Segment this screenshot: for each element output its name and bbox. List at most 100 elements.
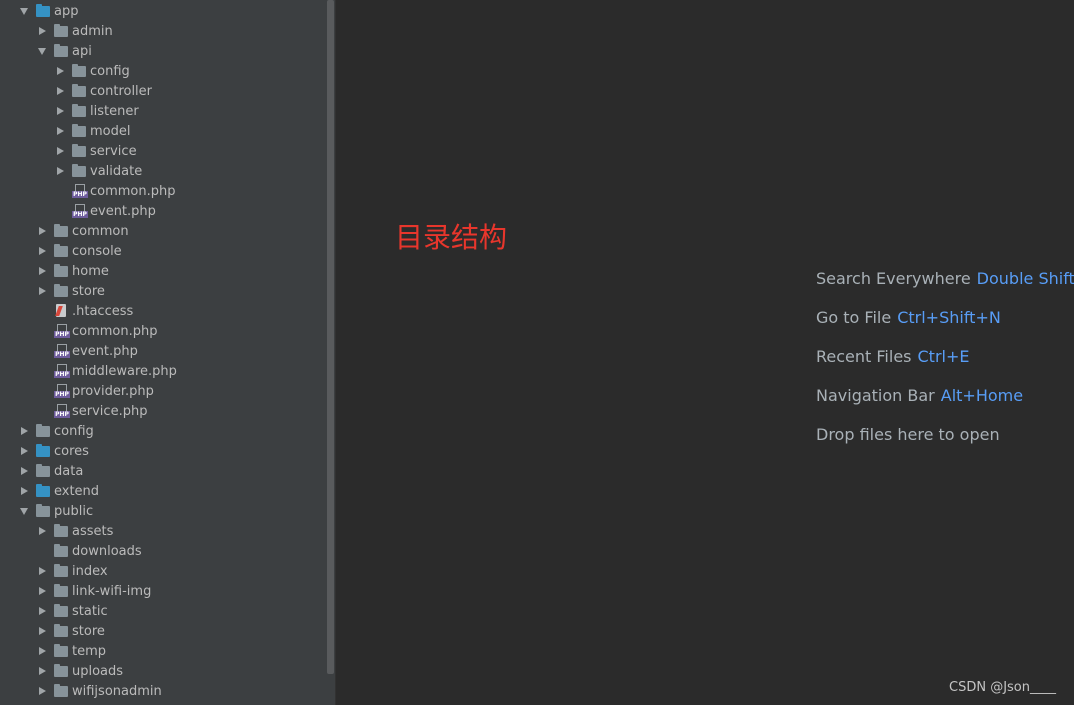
chevron-right-icon[interactable]: [36, 521, 48, 541]
tree-item-store[interactable]: store: [0, 281, 326, 301]
folder-icon: [54, 683, 68, 697]
tree-item-event-php[interactable]: PHP event.php: [0, 341, 326, 361]
chevron-right-icon[interactable]: [36, 661, 48, 681]
chevron-right-icon[interactable]: [36, 621, 48, 641]
folder-icon: [54, 523, 68, 537]
chevron-right-icon[interactable]: [36, 601, 48, 621]
chevron-right-icon[interactable]: [54, 61, 66, 81]
chevron-right-icon[interactable]: [54, 121, 66, 141]
tree-item-label: index: [72, 563, 108, 579]
tree-item-validate[interactable]: validate: [0, 161, 326, 181]
tree-item-htaccess[interactable]: .htaccess: [0, 301, 326, 321]
chevron-right-icon[interactable]: [54, 141, 66, 161]
hint-shortcut: Ctrl+E: [917, 347, 970, 366]
folder-icon: [72, 83, 86, 97]
annotation-label: 目录结构: [395, 221, 508, 254]
tree-item-label: controller: [90, 83, 153, 99]
tree-item-index[interactable]: index: [0, 561, 326, 581]
tree-item-store[interactable]: store: [0, 621, 326, 641]
tree-item-link-wifi-img[interactable]: link-wifi-img: [0, 581, 326, 601]
tree-item-label: common: [72, 223, 129, 239]
hint-shortcut: Alt+Home: [940, 386, 1024, 405]
tree-item-label: static: [72, 603, 108, 619]
tree-item-data[interactable]: data: [0, 461, 326, 481]
hint-text: Navigation Bar: [816, 386, 935, 405]
tree-item-wifijsonadmin[interactable]: wifijsonadmin: [0, 681, 326, 701]
hint-shortcut: Ctrl+Shift+N: [897, 308, 1001, 327]
tree-item-listener[interactable]: listener: [0, 101, 326, 121]
hint-recent-files: Recent Files Ctrl+E: [816, 346, 1074, 385]
chevron-right-icon[interactable]: [36, 241, 48, 261]
tree-item-service[interactable]: service: [0, 141, 326, 161]
tree-scrollbar-thumb[interactable]: [327, 0, 334, 674]
folder-icon: [54, 283, 68, 297]
tree-item-common[interactable]: common: [0, 221, 326, 241]
chevron-right-icon[interactable]: [36, 641, 48, 661]
tree-item-public[interactable]: public: [0, 501, 326, 521]
chevron-right-icon[interactable]: [54, 81, 66, 101]
chevron-right-icon[interactable]: [18, 441, 30, 461]
chevron-right-icon[interactable]: [18, 421, 30, 441]
tree-item-label: api: [72, 43, 92, 59]
tree-item-provider-php[interactable]: PHP provider.php: [0, 381, 326, 401]
tree-item-app[interactable]: app: [0, 1, 326, 21]
tree-item-extend[interactable]: extend: [0, 481, 326, 501]
chevron-right-icon[interactable]: [36, 281, 48, 301]
folder-icon: [54, 263, 68, 277]
tree-item-static[interactable]: static: [0, 601, 326, 621]
chevron-down-icon[interactable]: [18, 501, 30, 521]
chevron-right-icon[interactable]: [36, 261, 48, 281]
chevron-right-icon[interactable]: [36, 21, 48, 41]
tree-item-label: downloads: [72, 543, 142, 559]
chevron-right-icon[interactable]: [36, 221, 48, 241]
tree-item-label: home: [72, 263, 109, 279]
tree-item-cores[interactable]: cores: [0, 441, 326, 461]
folder-icon: [72, 63, 86, 77]
tree-item-label: link-wifi-img: [72, 583, 152, 599]
chevron-right-icon[interactable]: [36, 561, 48, 581]
tree-item-console[interactable]: console: [0, 241, 326, 261]
tree-item-common-php[interactable]: PHP common.php: [0, 321, 326, 341]
tree-item-label: config: [54, 423, 94, 439]
tree-item-assets[interactable]: assets: [0, 521, 326, 541]
tree-item-label: service.php: [72, 403, 148, 419]
tree-item-admin[interactable]: admin: [0, 21, 326, 41]
folder-icon: [54, 223, 68, 237]
chevron-down-icon[interactable]: [18, 1, 30, 21]
php-file-icon: PHP: [54, 344, 70, 358]
tree-item-temp[interactable]: temp: [0, 641, 326, 661]
tree-item-controller[interactable]: controller: [0, 81, 326, 101]
tree-item-config[interactable]: config: [0, 61, 326, 81]
chevron-right-icon[interactable]: [18, 461, 30, 481]
chevron-right-icon[interactable]: [18, 481, 30, 501]
tree-item-downloads[interactable]: downloads: [0, 541, 326, 561]
tree-item-config[interactable]: config: [0, 421, 326, 441]
tree-item-common-php[interactable]: PHP common.php: [0, 181, 326, 201]
chevron-right-icon[interactable]: [54, 101, 66, 121]
folder-icon: [36, 503, 50, 517]
tree-item-model[interactable]: model: [0, 121, 326, 141]
tree-item-uploads[interactable]: uploads: [0, 661, 326, 681]
tree-item-label: store: [72, 623, 105, 639]
tree-item-label: extend: [54, 483, 100, 499]
folder-icon: [54, 43, 68, 57]
chevron-right-icon[interactable]: [36, 681, 48, 701]
chevron-right-icon[interactable]: [54, 161, 66, 181]
tree-item-event-php[interactable]: PHP event.php: [0, 201, 326, 221]
chevron-down-icon[interactable]: [36, 41, 48, 61]
folder-icon: [54, 543, 68, 557]
tree-item-middleware-php[interactable]: PHP middleware.php: [0, 361, 326, 381]
tree-item-api[interactable]: api: [0, 41, 326, 61]
tree-item-home[interactable]: home: [0, 261, 326, 281]
editor-empty-hints: Search Everywhere Double Shift Go to File…: [816, 268, 1074, 463]
tree-item-service-php[interactable]: PHP service.php: [0, 401, 326, 421]
folder-icon: [54, 583, 68, 597]
panel-divider[interactable]: [335, 0, 336, 705]
chevron-right-icon[interactable]: [36, 581, 48, 601]
